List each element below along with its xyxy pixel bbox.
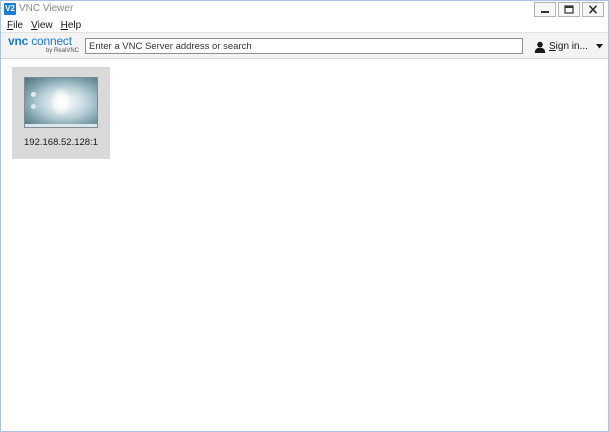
connection-address-label: 192.168.52.128:1	[24, 137, 98, 148]
close-icon	[588, 5, 598, 14]
sign-in-mnemonic: S	[549, 41, 556, 52]
minimize-button[interactable]	[534, 2, 556, 17]
sign-in-text: ign in...	[555, 41, 588, 52]
thumbnail-desktop-icon	[31, 104, 36, 109]
menu-file[interactable]: File	[7, 20, 23, 31]
thumbnail-wallpaper-glow	[51, 88, 71, 116]
menu-help[interactable]: Help	[61, 20, 82, 31]
maximize-icon	[564, 5, 574, 14]
logo-connect-text: connect	[31, 34, 72, 48]
minimize-icon	[541, 10, 549, 13]
menu-help-label: elp	[67, 19, 82, 31]
address-book-area: 192.168.52.128:1	[1, 60, 608, 431]
connection-tile[interactable]: 192.168.52.128:1	[12, 67, 110, 159]
user-icon	[534, 41, 546, 53]
menu-help-mnemonic: H	[60, 19, 68, 31]
menu-view[interactable]: View	[31, 20, 53, 31]
thumbnail-desktop-icon	[31, 92, 36, 97]
vnc-app-icon: V2	[4, 3, 16, 15]
close-button[interactable]	[582, 2, 604, 17]
thumbnail-taskbar	[25, 124, 97, 127]
logo-wordmark: vnc connect	[8, 35, 72, 47]
menu-view-label: iew	[37, 19, 53, 31]
sign-in-button[interactable]: Sign in...	[534, 39, 603, 54]
server-address-search-input[interactable]	[85, 38, 523, 54]
logo-vnc-text: vnc	[8, 34, 29, 48]
menu-bar: File View Help	[1, 18, 608, 32]
menu-file-label: ile	[13, 19, 24, 31]
title-bar[interactable]: V2 VNC Viewer	[1, 1, 608, 18]
window-title: VNC Viewer	[19, 3, 74, 14]
maximize-button[interactable]	[558, 2, 580, 17]
vnc-connect-logo: vnc connect by RealVNC	[8, 35, 82, 57]
sign-in-label: Sign in...	[549, 41, 588, 52]
vnc-viewer-window: V2 VNC Viewer File View Help vnc connect…	[0, 0, 609, 432]
desktop-thumbnail	[24, 77, 98, 128]
toolbar: vnc connect by RealVNC Sign in...	[1, 32, 608, 59]
logo-byline: by RealVNC	[45, 48, 79, 54]
chevron-down-icon[interactable]	[595, 44, 603, 49]
